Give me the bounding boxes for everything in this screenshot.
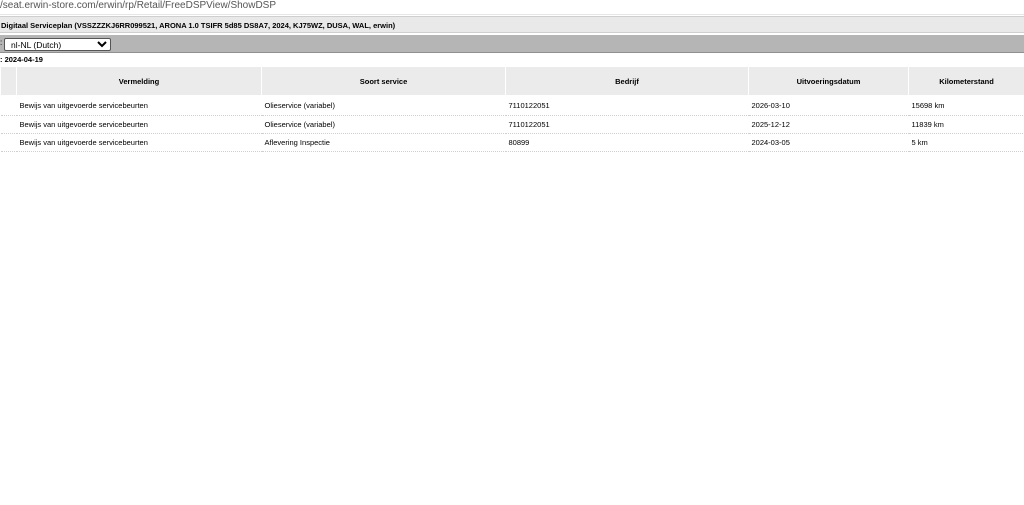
- column-header-uitvoeringsdatum[interactable]: Uitvoeringsdatum: [748, 67, 909, 95]
- cell-kilometerstand: 5 km: [908, 133, 1024, 152]
- page-title-text: Digitaal Serviceplan (VSSZZZKJ6RR099521,…: [1, 21, 396, 30]
- cell-vermelding: Bewijs van uitgevoerde servicebeurten: [16, 95, 262, 116]
- cell-soort-service: Olieservice (variabel): [261, 95, 506, 116]
- column-header-soort-service[interactable]: Soort service: [261, 67, 506, 95]
- row-spacer-cell: [0, 115, 17, 134]
- header-cell-blank: [0, 67, 17, 95]
- service-history-table: Vermelding Soort service Bedrijf Uitvoer…: [0, 67, 1024, 152]
- url-bar[interactable]: /seat.erwin-store.com/erwin/rp/Retail/Fr…: [0, 0, 1024, 15]
- column-header-vermelding[interactable]: Vermelding: [16, 67, 262, 95]
- cell-bedrijf: 7110122051: [505, 115, 749, 134]
- column-header-kilometerstand[interactable]: Kilometerstand: [908, 67, 1024, 95]
- cell-uitvoeringsdatum: 2025-12-12: [748, 115, 909, 134]
- cell-bedrijf: 80899: [505, 133, 749, 152]
- report-date: : 2024-04-19: [0, 55, 43, 64]
- language-bar: : nl-NL (Dutch): [0, 35, 1024, 53]
- cell-kilometerstand: 11839 km: [908, 115, 1024, 134]
- language-label: :: [0, 38, 3, 47]
- cell-vermelding: Bewijs van uitgevoerde servicebeurten: [16, 115, 262, 134]
- table-row: Bewijs van uitgevoerde servicebeurten Ol…: [0, 115, 1024, 134]
- cell-soort-service: Olieservice (variabel): [261, 115, 506, 134]
- table-row: Bewijs van uitgevoerde servicebeurten Ol…: [0, 95, 1024, 116]
- row-spacer-cell: [0, 133, 17, 152]
- column-header-bedrijf[interactable]: Bedrijf: [505, 67, 749, 95]
- cell-bedrijf: 7110122051: [505, 95, 749, 116]
- cell-vermelding: Bewijs van uitgevoerde servicebeurten: [16, 133, 262, 152]
- cell-kilometerstand: 15698 km: [908, 95, 1024, 116]
- table-header-row: Vermelding Soort service Bedrijf Uitvoer…: [0, 67, 1024, 95]
- cell-uitvoeringsdatum: 2024-03-05: [748, 133, 909, 152]
- table-row: Bewijs van uitgevoerde servicebeurten Af…: [0, 133, 1024, 152]
- row-spacer-cell: [0, 95, 17, 116]
- page-title: Digitaal Serviceplan (VSSZZZKJ6RR099521,…: [0, 16, 1024, 33]
- cell-uitvoeringsdatum: 2026-03-10: [748, 95, 909, 116]
- language-select[interactable]: nl-NL (Dutch): [4, 38, 111, 51]
- cell-soort-service: Aflevering Inspectie: [261, 133, 506, 152]
- url-text: /seat.erwin-store.com/erwin/rp/Retail/Fr…: [0, 0, 277, 11]
